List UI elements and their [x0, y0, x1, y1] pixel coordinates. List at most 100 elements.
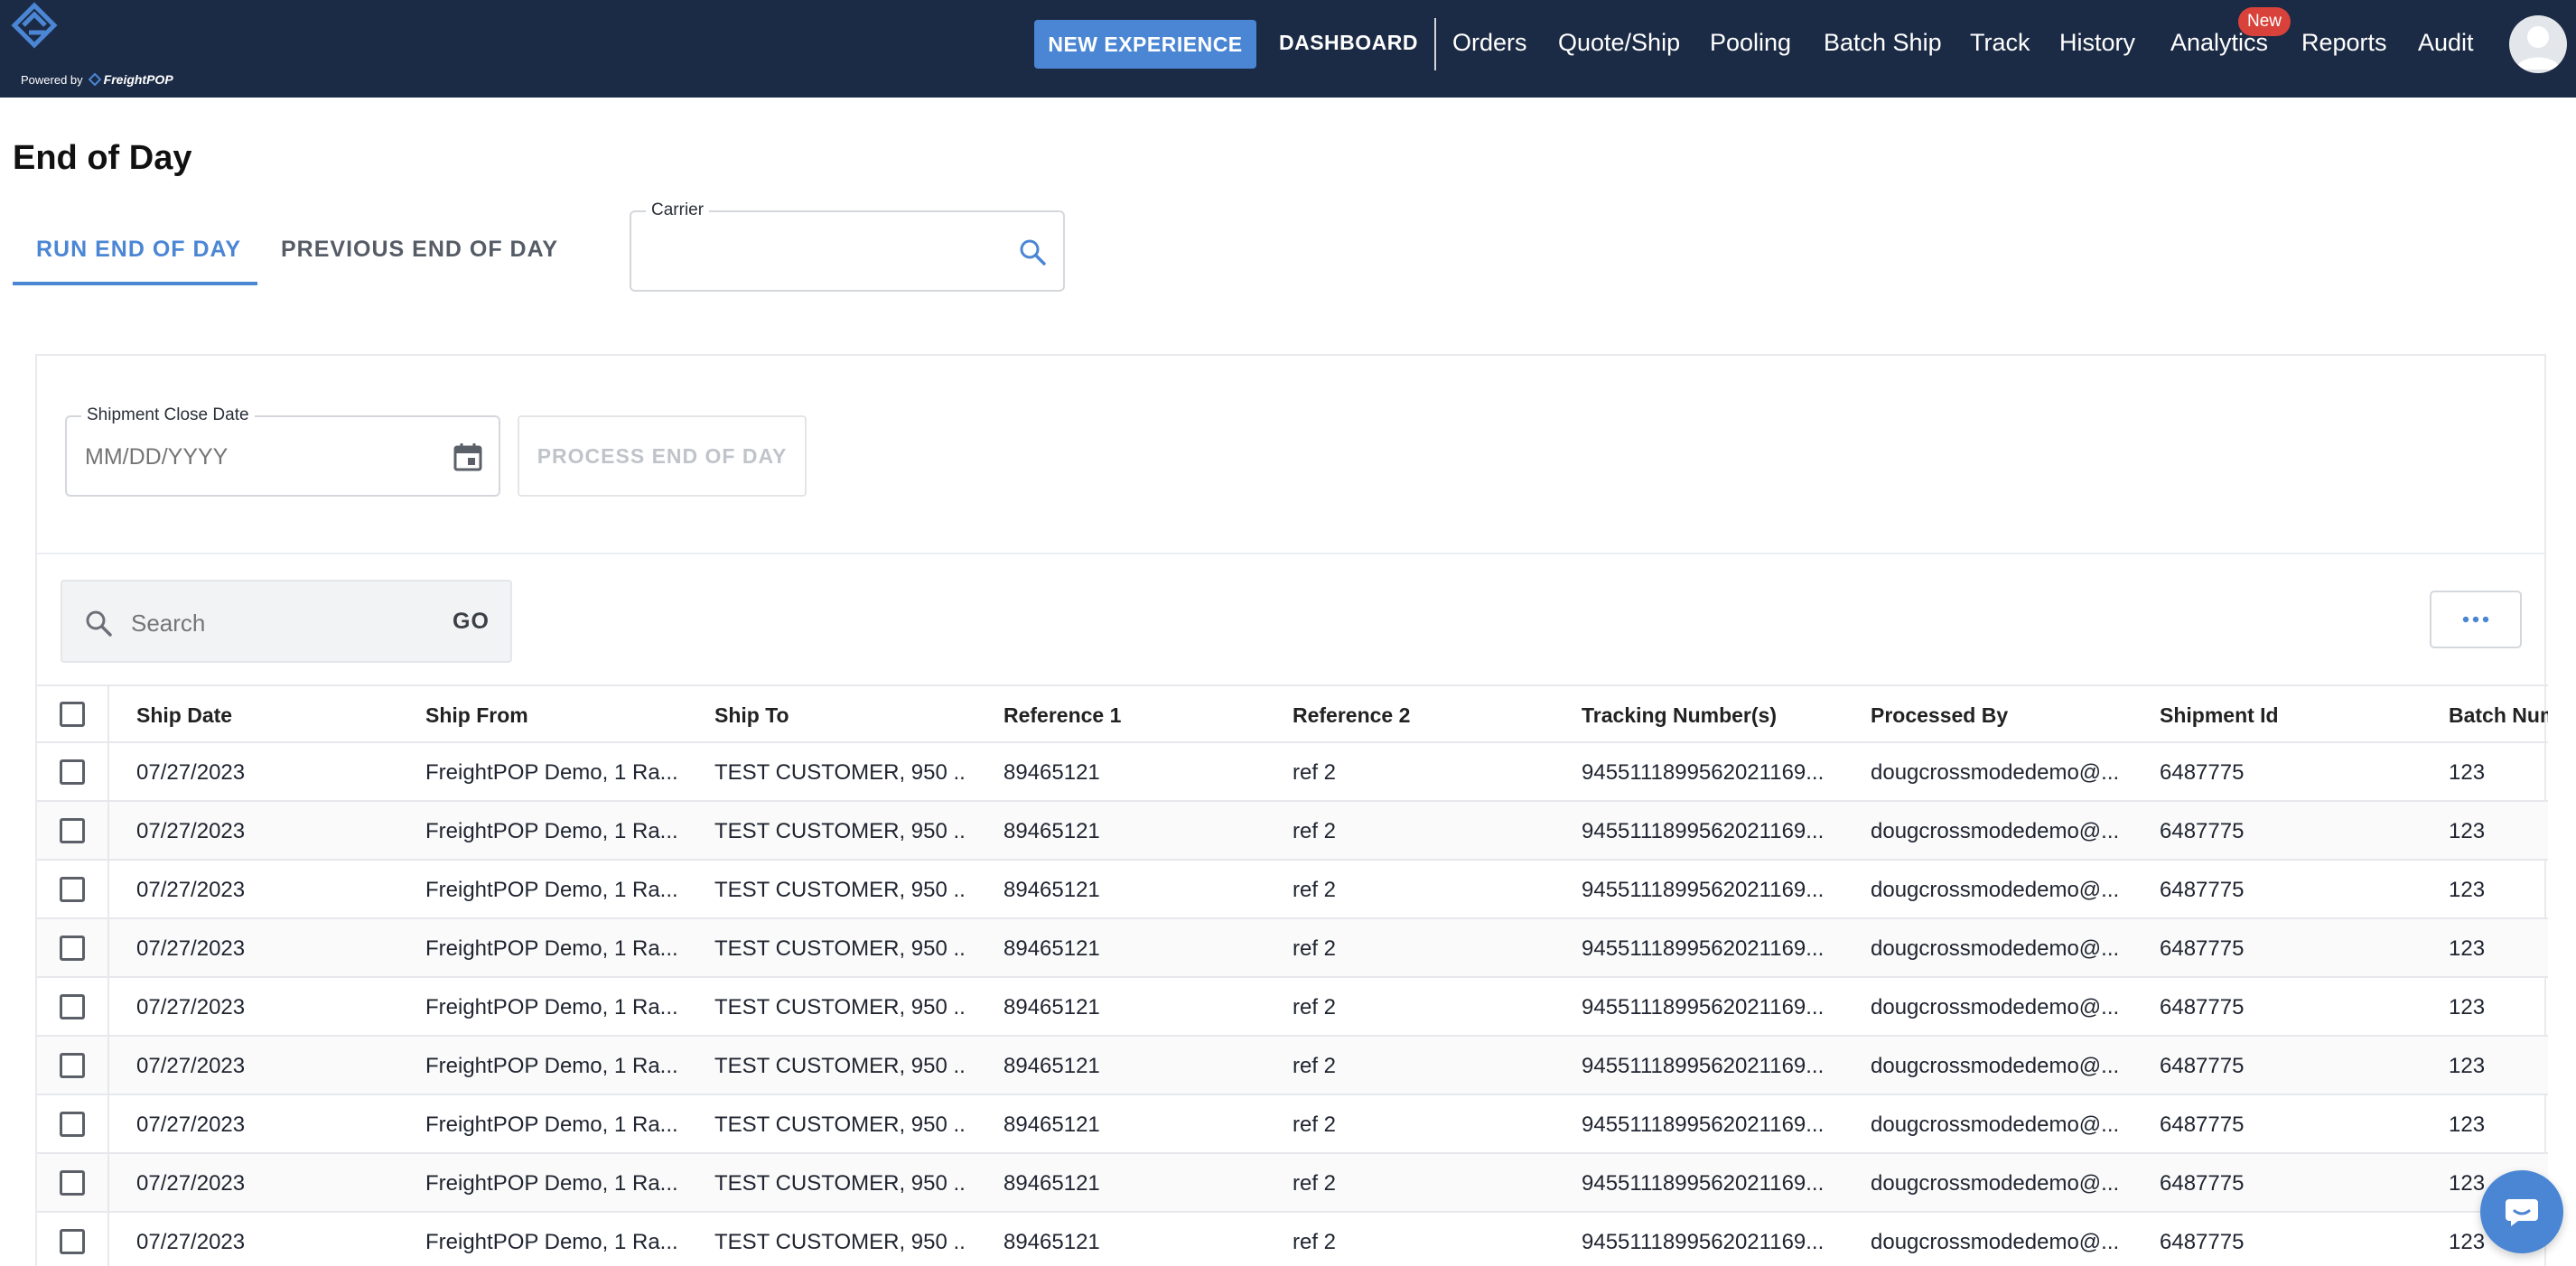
cell-reference-2: ref 2	[1293, 994, 1337, 1019]
process-end-of-day-button[interactable]: PROCESS END OF DAY	[518, 415, 807, 497]
nav-reports[interactable]: Reports	[2301, 29, 2387, 57]
row-select-cell	[37, 743, 109, 800]
row-checkbox[interactable]	[60, 1228, 85, 1254]
col-ship-date[interactable]: Ship Date	[136, 686, 407, 745]
more-horizontal-icon	[2462, 616, 2489, 623]
table-row[interactable]: 07/27/2023 FreightPOP Demo, 1 Ra... TEST…	[37, 1095, 2548, 1154]
nav-track[interactable]: Track	[1970, 29, 2030, 57]
nav-quote-ship[interactable]: Quote/Ship	[1558, 29, 1680, 57]
cell-shipment-id: 6487775	[2160, 1112, 2245, 1137]
top-navbar: Powered by FreightPOP NEW EXPERIENCE DAS…	[0, 0, 2576, 98]
nav-history[interactable]: History	[2059, 29, 2135, 57]
cell-reference-1: 89465121	[1003, 1170, 1100, 1196]
cell-tracking-number: 9455111899562021169...	[1582, 1053, 1825, 1078]
cell-ship-from: FreightPOP Demo, 1 Ra...	[425, 877, 678, 902]
cell-reference-1: 89465121	[1003, 759, 1100, 785]
search-go-button[interactable]: GO	[453, 609, 490, 635]
row-checkbox[interactable]	[60, 759, 85, 785]
cell-batch-num: 123	[2449, 759, 2486, 785]
table-row[interactable]: 07/27/2023 FreightPOP Demo, 1 Ra... TEST…	[37, 978, 2548, 1037]
cell-shipment-id: 6487775	[2160, 818, 2245, 843]
col-reference-1[interactable]: Reference 1	[1003, 686, 1256, 745]
freightpop-logo-icon[interactable]	[11, 2, 58, 58]
tab-previous-end-of-day[interactable]: PREVIOUS END OF DAY	[281, 237, 558, 263]
table-row[interactable]: 07/27/2023 FreightPOP Demo, 1 Ra... TEST…	[37, 1154, 2548, 1213]
row-checkbox[interactable]	[60, 1052, 85, 1078]
cell-ship-from: FreightPOP Demo, 1 Ra...	[425, 936, 678, 961]
table-header: Ship Date Ship From Ship To Reference 1 …	[37, 684, 2548, 743]
table-row[interactable]: 07/27/2023 FreightPOP Demo, 1 Ra... TEST…	[37, 1213, 2548, 1266]
row-checkbox[interactable]	[60, 817, 85, 843]
close-date-label: Shipment Close Date	[81, 405, 255, 425]
nav-orders[interactable]: Orders	[1452, 29, 1527, 57]
cell-reference-2: ref 2	[1293, 936, 1337, 961]
search-icon[interactable]	[1018, 237, 1047, 266]
cell-ship-to: TEST CUSTOMER, 950 ...	[714, 1053, 967, 1078]
table-row[interactable]: 07/27/2023 FreightPOP Demo, 1 Ra... TEST…	[37, 1037, 2548, 1095]
cell-processed-by: dougcrossmodedemo@...	[1871, 759, 2120, 785]
cell-reference-1: 89465121	[1003, 936, 1100, 961]
cell-reference-1: 89465121	[1003, 877, 1100, 902]
cell-batch-num: 123	[2449, 994, 2486, 1019]
tab-run-end-of-day[interactable]: RUN END OF DAY	[36, 237, 241, 263]
shipment-close-date-field[interactable]: Shipment Close Date	[65, 405, 500, 497]
end-of-day-card: Shipment Close Date PROCESS END OF DAY G…	[35, 354, 2548, 1266]
cell-batch-num: 123	[2449, 877, 2486, 902]
cell-ship-to: TEST CUSTOMER, 950 ...	[714, 936, 967, 961]
col-ship-to[interactable]: Ship To	[714, 686, 967, 745]
user-avatar-icon[interactable]	[2509, 15, 2567, 73]
cell-ship-date: 07/27/2023	[136, 759, 246, 785]
chat-button[interactable]	[2480, 1170, 2563, 1253]
row-checkbox[interactable]	[60, 1169, 85, 1196]
col-processed-by[interactable]: Processed By	[1871, 686, 2123, 745]
row-checkbox[interactable]	[60, 1111, 85, 1137]
cell-ship-to: TEST CUSTOMER, 950 ...	[714, 1229, 967, 1254]
cell-tracking-number: 9455111899562021169...	[1582, 936, 1825, 961]
cell-ship-date: 07/27/2023	[136, 818, 246, 843]
cell-processed-by: dougcrossmodedemo@...	[1871, 1112, 2120, 1137]
cell-processed-by: dougcrossmodedemo@...	[1871, 1053, 2120, 1078]
col-tracking-numbers[interactable]: Tracking Number(s)	[1582, 686, 1834, 745]
cell-processed-by: dougcrossmodedemo@...	[1871, 1170, 2120, 1196]
cell-shipment-id: 6487775	[2160, 877, 2245, 902]
powered-by-label: Powered by	[21, 72, 83, 87]
close-date-input[interactable]	[85, 437, 410, 477]
nav-audit[interactable]: Audit	[2418, 29, 2474, 57]
col-batch-num[interactable]: Batch Num	[2449, 686, 2548, 745]
nav-batch-ship[interactable]: Batch Ship	[1824, 29, 1942, 57]
cell-ship-date: 07/27/2023	[136, 1053, 246, 1078]
row-select-cell	[37, 1213, 109, 1266]
select-all-checkbox[interactable]	[60, 701, 85, 727]
select-all-cell	[37, 686, 109, 741]
table-search[interactable]: GO	[61, 580, 512, 663]
row-select-cell	[37, 1095, 109, 1152]
col-shipment-id[interactable]: Shipment Id	[2160, 686, 2413, 745]
nav-pooling[interactable]: Pooling	[1710, 29, 1791, 57]
cell-tracking-number: 9455111899562021169...	[1582, 818, 1825, 843]
col-ship-from[interactable]: Ship From	[425, 686, 678, 745]
carrier-field[interactable]: Carrier	[630, 200, 1065, 292]
table-row[interactable]: 07/27/2023 FreightPOP Demo, 1 Ra... TEST…	[37, 802, 2548, 861]
more-options-button[interactable]	[2430, 591, 2522, 648]
row-checkbox[interactable]	[60, 993, 85, 1019]
cell-shipment-id: 6487775	[2160, 1053, 2245, 1078]
calendar-icon[interactable]	[452, 441, 484, 473]
row-select-cell	[37, 1037, 109, 1094]
cell-ship-date: 07/27/2023	[136, 1229, 246, 1254]
cell-tracking-number: 9455111899562021169...	[1582, 1229, 1825, 1254]
cell-reference-1: 89465121	[1003, 1229, 1100, 1254]
cell-batch-num: 123	[2449, 936, 2486, 961]
cell-tracking-number: 9455111899562021169...	[1582, 994, 1825, 1019]
table-row[interactable]: 07/27/2023 FreightPOP Demo, 1 Ra... TEST…	[37, 743, 2548, 802]
new-experience-button[interactable]: NEW EXPERIENCE	[1034, 20, 1256, 69]
row-checkbox[interactable]	[60, 876, 85, 902]
process-section: Shipment Close Date PROCESS END OF DAY	[37, 356, 2544, 554]
cell-ship-from: FreightPOP Demo, 1 Ra...	[425, 1229, 678, 1254]
cell-ship-to: TEST CUSTOMER, 950 ...	[714, 1112, 967, 1137]
table-row[interactable]: 07/27/2023 FreightPOP Demo, 1 Ra... TEST…	[37, 919, 2548, 978]
table-row[interactable]: 07/27/2023 FreightPOP Demo, 1 Ra... TEST…	[37, 861, 2548, 919]
row-checkbox[interactable]	[60, 935, 85, 961]
search-input[interactable]	[131, 603, 402, 643]
col-reference-2[interactable]: Reference 2	[1293, 686, 1545, 745]
nav-dashboard[interactable]: DASHBOARD	[1279, 31, 1418, 55]
